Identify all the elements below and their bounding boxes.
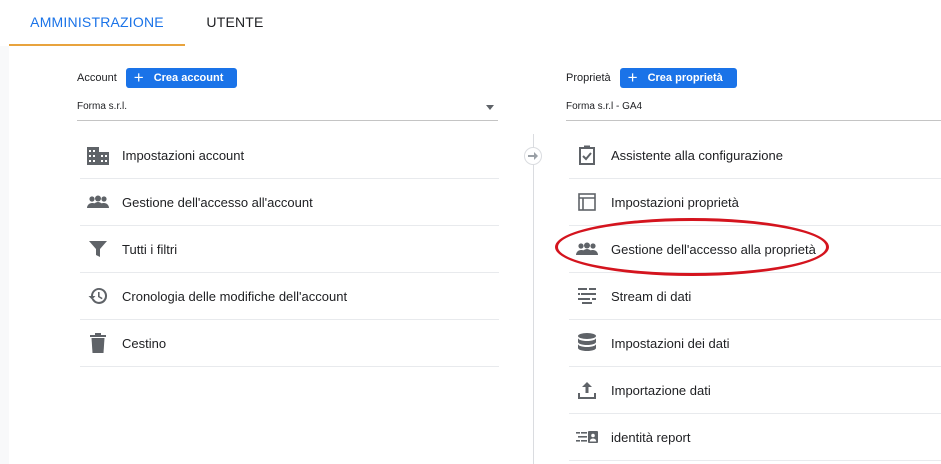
plus-icon: +	[627, 68, 638, 87]
property-menu-list: Assistente alla configurazione Impostazi…	[569, 132, 941, 461]
create-property-label: Crea proprietà	[647, 72, 723, 84]
data-settings-item[interactable]: Impostazioni dei dati	[569, 320, 941, 367]
account-access-label: Gestione dell'accesso all'account	[122, 194, 313, 210]
create-account-label: Crea account	[153, 72, 224, 84]
trash-icon	[87, 332, 109, 354]
tab-amministrazione[interactable]: AMMINISTRAZIONE	[9, 0, 185, 46]
property-label: Proprietà	[566, 72, 611, 84]
data-streams-label: Stream di dati	[611, 288, 692, 304]
account-label: Account	[77, 72, 117, 84]
property-settings-label: Impostazioni proprietà	[611, 194, 739, 210]
account-access-item[interactable]: Gestione dell'accesso all'account	[80, 179, 499, 226]
upload-icon	[576, 379, 598, 401]
arrow-right-icon	[524, 147, 542, 165]
account-selector[interactable]: Forma s.r.l.	[77, 98, 498, 121]
reporting-identity-item[interactable]: identità report	[569, 414, 941, 461]
reporting-identity-label: identità report	[611, 429, 691, 445]
people-icon	[576, 238, 598, 260]
create-property-button[interactable]: + Crea proprietà	[619, 68, 737, 88]
property-settings-item[interactable]: Impostazioni proprietà	[569, 179, 941, 226]
property-selected-value: Forma s.r.l - GA4	[566, 101, 643, 112]
account-selected-value: Forma s.r.l.	[77, 101, 128, 112]
data-streams-item[interactable]: Stream di dati	[569, 273, 941, 320]
setup-assistant-label: Assistente alla configurazione	[611, 147, 783, 163]
tab-utente[interactable]: UTENTE	[185, 0, 285, 46]
admin-panel: Account + Crea account Forma s.r.l. Impo…	[9, 46, 941, 464]
column-divider	[533, 134, 534, 464]
property-access-label: Gestione dell'accesso alla proprietà	[611, 241, 816, 257]
account-settings-item[interactable]: Impostazioni account	[80, 132, 499, 179]
change-history-item[interactable]: Cronologia delle modifiche dell'account	[80, 273, 499, 320]
filter-icon	[87, 238, 109, 260]
setup-assistant-item[interactable]: Assistente alla configurazione	[569, 132, 941, 179]
trash-label: Cestino	[122, 335, 167, 351]
building-icon	[87, 144, 109, 166]
account-settings-label: Impostazioni account	[122, 147, 245, 163]
people-icon	[87, 191, 109, 213]
caret-down-icon	[486, 105, 494, 110]
stream-icon	[576, 285, 598, 307]
layout-icon	[576, 191, 598, 213]
trash-item[interactable]: Cestino	[80, 320, 499, 367]
plus-icon: +	[133, 68, 144, 87]
report-identity-icon	[576, 426, 598, 448]
data-settings-label: Impostazioni dei dati	[611, 335, 730, 351]
property-access-item[interactable]: Gestione dell'accesso alla proprietà	[569, 226, 941, 273]
history-icon	[87, 285, 109, 307]
top-tabs: AMMINISTRAZIONE UTENTE	[0, 0, 941, 46]
change-history-label: Cronologia delle modifiche dell'account	[122, 288, 348, 304]
database-icon	[576, 332, 598, 354]
property-selector[interactable]: Forma s.r.l - GA4	[566, 98, 941, 121]
property-header: Proprietà + Crea proprietà	[566, 68, 737, 88]
checklist-icon	[576, 144, 598, 166]
data-import-item[interactable]: Importazione dati	[569, 367, 941, 414]
account-menu-list: Impostazioni account Gestione dell'acces…	[80, 132, 499, 367]
account-header: Account + Crea account	[77, 68, 238, 88]
all-filters-label: Tutti i filtri	[122, 241, 178, 257]
data-import-label: Importazione dati	[611, 382, 711, 398]
all-filters-item[interactable]: Tutti i filtri	[80, 226, 499, 273]
create-account-button[interactable]: + Crea account	[125, 68, 238, 88]
